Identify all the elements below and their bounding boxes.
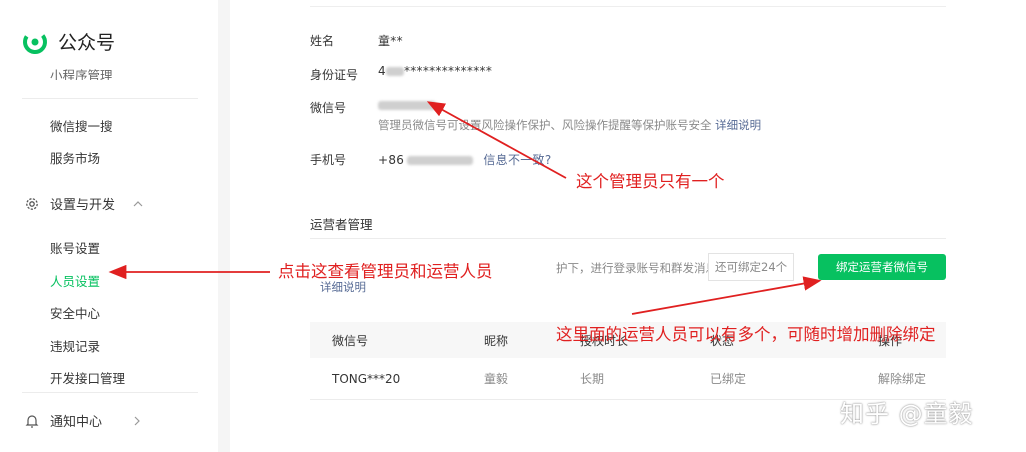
wechat-detail-link[interactable]: 详细说明: [715, 118, 761, 132]
sidebar-item-dev-api[interactable]: 开发接口管理: [50, 368, 125, 387]
sidebar-divider: [22, 392, 198, 393]
operators-remaining-badge: 还可绑定24个: [708, 253, 795, 281]
name-label: 姓名: [310, 34, 335, 48]
sidebar-divider: [22, 98, 198, 99]
id-value: 4 **************: [378, 64, 492, 78]
row-status: 已绑定: [710, 372, 747, 386]
top-divider: [310, 6, 946, 7]
logo[interactable]: 公众号: [22, 28, 115, 55]
bell-icon: [25, 414, 39, 428]
phone-blurred: [407, 156, 474, 165]
sidebar-item-violation-records[interactable]: 违规记录: [50, 336, 100, 355]
id-label: 身份证号: [310, 68, 359, 82]
sidebar-item-service-market[interactable]: 服务市场: [50, 148, 100, 167]
sidebar: 公众号 小程序管理 微信搜一搜 服务市场 设置与开发 账号设置 人员设置 安全中…: [0, 0, 218, 452]
row-wechat: TONG***20: [332, 371, 401, 386]
header-nickname: 昵称: [484, 333, 509, 348]
bind-operator-button[interactable]: 绑定运营者微信号: [818, 254, 946, 280]
logo-icon: [23, 29, 47, 54]
phone-label: 手机号: [310, 153, 347, 167]
sidebar-group-settings[interactable]: 设置与开发: [24, 194, 143, 213]
annotation-admin: 这个管理员只有一个: [576, 173, 725, 191]
wechat-value: [378, 98, 436, 112]
row-nickname: 童毅: [484, 372, 509, 386]
annotation-operators: 这里面的运营人员可以有多个，可随时增加删除绑定: [556, 326, 936, 344]
app-title: 公众号: [58, 32, 116, 54]
id-masked: **************: [403, 64, 493, 78]
chevron-up-icon[interactable]: [133, 199, 143, 209]
sidebar-item-security-center[interactable]: 安全中心: [50, 303, 100, 322]
sidebar-item-wechat-search[interactable]: 微信搜一搜: [50, 116, 113, 135]
wechat-hint-text: 管理员微信号可设置风险操作保护、风险操作提醒等保护账号安全: [378, 118, 712, 132]
main-panel: 姓名 童** 身份证号 4 ************** 微信号 管理员微信号可设…: [230, 0, 1026, 452]
phone-mismatch-link[interactable]: 信息不一致?: [483, 153, 551, 167]
watermark: 知乎 @童毅: [840, 400, 974, 428]
gear-icon: [26, 197, 38, 210]
sidebar-group-notify[interactable]: 通知中心: [24, 411, 142, 430]
wechat-label: 微信号: [310, 101, 347, 115]
phone-prefix: +86: [378, 153, 405, 167]
wechat-blurred: [378, 101, 436, 110]
sidebar-group-settings-label: 设置与开发: [50, 198, 116, 213]
sidebar-item-account-settings[interactable]: 账号设置: [50, 238, 100, 257]
annotation-click: 点击这查看管理员和运营人员: [278, 263, 493, 281]
sidebar-item-people-settings[interactable]: 人员设置: [50, 271, 100, 290]
id-blurred: [385, 67, 404, 76]
header-wechat: 微信号: [332, 333, 369, 348]
sidebar-item-miniprogram[interactable]: 小程序管理: [50, 66, 113, 80]
row-duration: 长期: [580, 372, 605, 386]
name-value: 童**: [378, 34, 403, 48]
phone-value: +86 信息不一致?: [378, 151, 552, 168]
unbind-link[interactable]: 解除绑定: [878, 358, 926, 399]
sidebar-group-notify-label: 通知中心: [50, 415, 103, 430]
operators-section-title: 运营者管理: [310, 217, 373, 232]
wechat-hint: 管理员微信号可设置风险操作保护、风险操作提醒等保护账号安全 详细说明: [378, 117, 761, 133]
chevron-right-icon[interactable]: [132, 416, 142, 426]
section-divider: [310, 238, 946, 239]
id-prefix: 4: [378, 64, 386, 78]
